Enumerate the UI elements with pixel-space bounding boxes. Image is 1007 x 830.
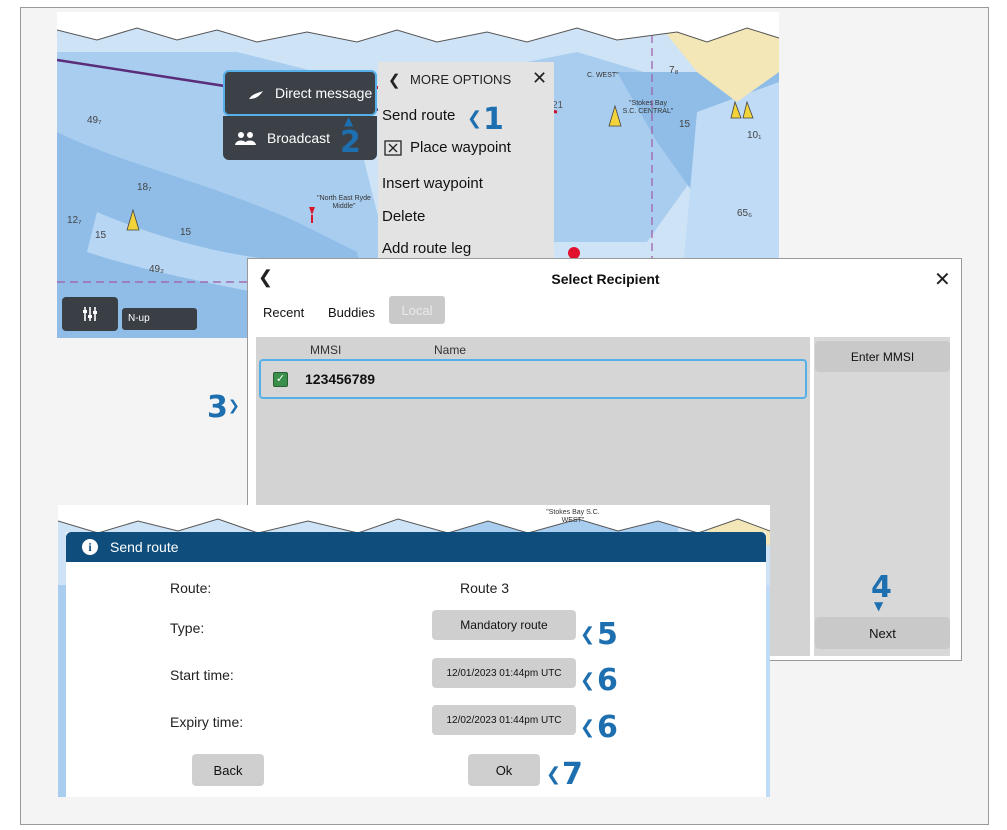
view-mode-button[interactable]: N-up xyxy=(122,308,197,330)
column-header-name: Name xyxy=(434,343,467,357)
type-select-button[interactable]: Mandatory route xyxy=(432,610,576,640)
next-button[interactable]: Next xyxy=(815,617,950,649)
table-row[interactable]: ✓ 123456789 xyxy=(259,359,807,399)
dialog-title: Send route xyxy=(110,539,179,555)
menu-item-delete[interactable]: Delete xyxy=(382,208,558,225)
callout-arrow-icon: ❮ xyxy=(580,717,596,738)
direct-message-label: Direct message xyxy=(275,85,373,101)
expiry-time-button[interactable]: 12/02/2023 01:44pm UTC xyxy=(432,705,576,735)
depth-label: 49₇ xyxy=(87,115,102,126)
more-options-menu: ❮ MORE OPTIONS ✕ Send route Place waypoi… xyxy=(378,62,554,260)
callout-arrow-icon: ▼ xyxy=(874,599,884,613)
beacon-icon xyxy=(309,207,315,223)
callout-6b: 6 xyxy=(597,710,618,745)
callout-5: 5 xyxy=(597,617,618,652)
depth-label: 7₈ xyxy=(669,65,679,76)
callout-7: 7 xyxy=(562,757,583,792)
depth-label: 10₁ xyxy=(747,130,762,141)
tab-recent[interactable]: Recent xyxy=(263,305,304,320)
group-icon xyxy=(235,132,256,145)
start-time-button[interactable]: 12/01/2023 01:44pm UTC xyxy=(432,658,576,688)
menu-item-insert-waypoint[interactable]: Insert waypoint xyxy=(382,175,558,192)
view-mode-label: N-up xyxy=(128,313,150,324)
start-time-label: Start time: xyxy=(170,667,234,683)
route-value: Route 3 xyxy=(460,580,510,596)
callout-arrow-icon: ❮ xyxy=(467,108,483,129)
back-button[interactable]: Back xyxy=(192,754,264,786)
depth-label: 15 xyxy=(180,227,192,238)
flag-box-icon xyxy=(384,139,402,156)
callout-6: 6 xyxy=(597,663,618,698)
buoy-icon xyxy=(608,104,622,127)
broadcast-label: Broadcast xyxy=(267,130,331,146)
depth-label: 65₆ xyxy=(737,208,753,219)
sliders-icon xyxy=(83,307,97,321)
place-label: "Stokes Bay S.C. WEST" xyxy=(546,509,600,524)
buoy-icon xyxy=(730,100,754,119)
tab-buddies[interactable]: Buddies xyxy=(328,305,375,320)
column-header-mmsi: MMSI xyxy=(310,343,342,357)
dialog-header: i Send route xyxy=(66,532,766,562)
callout-arrow-icon: ❯ xyxy=(228,398,240,414)
place-label: "Stokes Bay S.C. CENTRAL" xyxy=(622,100,674,115)
callout-3: 3 xyxy=(207,390,228,425)
buoy-icon xyxy=(126,208,140,231)
person-icon xyxy=(249,91,263,99)
row-mmsi: 123456789 xyxy=(305,371,376,387)
depth-label: 15 xyxy=(95,230,107,241)
enter-mmsi-button[interactable]: Enter MMSI xyxy=(815,341,950,372)
send-route-dialog: i Send route Route: Route 3 Type: Mandat… xyxy=(66,532,766,797)
menu-item-label: Place waypoint xyxy=(410,139,511,156)
chart-controls-button[interactable] xyxy=(62,297,118,331)
callout-arrow-icon: ❮ xyxy=(580,670,596,691)
tab-local[interactable]: Local xyxy=(389,296,445,324)
menu-back-icon[interactable]: ❮ xyxy=(388,71,401,89)
row-checkbox[interactable]: ✓ xyxy=(273,372,288,387)
callout-arrow-icon: ❮ xyxy=(580,624,596,645)
callout-1: 1 xyxy=(483,102,504,137)
menu-title: MORE OPTIONS xyxy=(410,72,512,87)
menu-item-place-waypoint[interactable]: Place waypoint xyxy=(384,139,511,156)
place-label: "North East Ryde Middle" xyxy=(317,195,371,210)
depth-label: 15 xyxy=(679,119,691,130)
menu-item-add-route-leg[interactable]: Add route leg xyxy=(382,240,558,257)
depth-label: 18₇ xyxy=(137,182,152,193)
menu-close-icon[interactable]: ✕ xyxy=(532,68,547,89)
callout-arrow-icon: ❮ xyxy=(546,764,562,785)
dialog-close-icon[interactable]: ✕ xyxy=(934,267,951,292)
depth-label: 49₂ xyxy=(149,264,165,275)
depth-label: 12₇ xyxy=(67,215,82,226)
direct-message-button[interactable]: Direct message xyxy=(223,70,377,116)
route-label: Route: xyxy=(170,580,212,596)
expiry-time-label: Expiry time: xyxy=(170,714,244,730)
ok-button[interactable]: Ok xyxy=(468,754,540,786)
info-icon: i xyxy=(82,539,98,555)
type-label: Type: xyxy=(170,620,205,636)
callout-2: 2 xyxy=(340,125,361,160)
place-label: C. WEST" xyxy=(587,72,619,79)
dialog-title: Select Recipient xyxy=(551,271,660,287)
